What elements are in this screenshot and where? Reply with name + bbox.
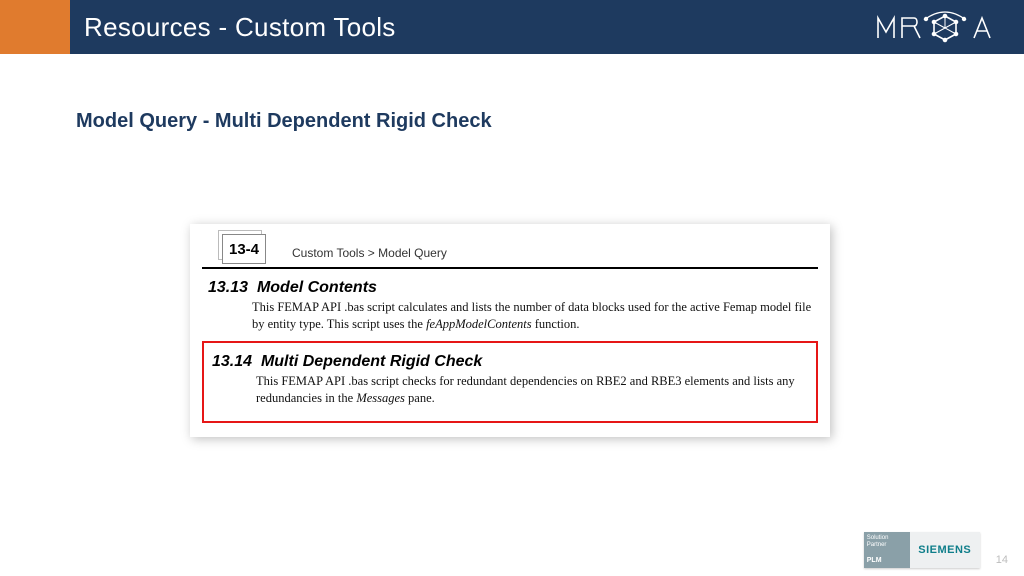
slide-page-number: 14 <box>990 554 1008 568</box>
breadcrumb: Custom Tools > Model Query <box>292 246 447 264</box>
section-title: Multi Dependent Rigid Check <box>261 353 482 370</box>
section-body: This FEMAP API .bas script checks for re… <box>256 373 812 407</box>
section-heading: 13.13 Model Contents <box>208 279 818 297</box>
accent-block <box>0 0 70 54</box>
partner-badge: Solution Partner PLM SIEMENS <box>864 532 980 568</box>
section-number: 13.14 <box>212 353 252 370</box>
section-heading: 13.14 Multi Dependent Rigid Check <box>212 353 812 371</box>
maya-logo <box>864 0 1024 54</box>
pane-name: Messages <box>356 391 405 405</box>
badge-top-text: Solution Partner <box>867 535 907 548</box>
footer: Solution Partner PLM SIEMENS 14 <box>864 532 1008 568</box>
documentation-excerpt: 13-4 Custom Tools > Model Query 13.13 Mo… <box>190 224 830 437</box>
section-title: Model Contents <box>257 279 377 296</box>
section-body: This FEMAP API .bas script calculates an… <box>252 299 818 333</box>
subtitle: Model Query - Multi Dependent Rigid Chec… <box>76 110 1024 133</box>
slide-title: Resources - Custom Tools <box>70 0 864 54</box>
badge-left: Solution Partner PLM <box>864 532 910 568</box>
function-name: feAppModelContents <box>426 317 532 331</box>
doc-header-row: 13-4 Custom Tools > Model Query <box>202 234 818 269</box>
header-bar: Resources - Custom Tools <box>0 0 1024 54</box>
section-number: 13.13 <box>208 279 248 296</box>
content-area: Model Query - Multi Dependent Rigid Chec… <box>0 54 1024 133</box>
highlighted-section: 13.14 Multi Dependent Rigid Check This F… <box>202 341 818 423</box>
section-model-contents: 13.13 Model Contents This FEMAP API .bas… <box>202 279 818 333</box>
siemens-logo: SIEMENS <box>910 532 980 568</box>
page-number-tab: 13-4 <box>222 234 266 264</box>
badge-plm-text: PLM <box>867 557 907 565</box>
